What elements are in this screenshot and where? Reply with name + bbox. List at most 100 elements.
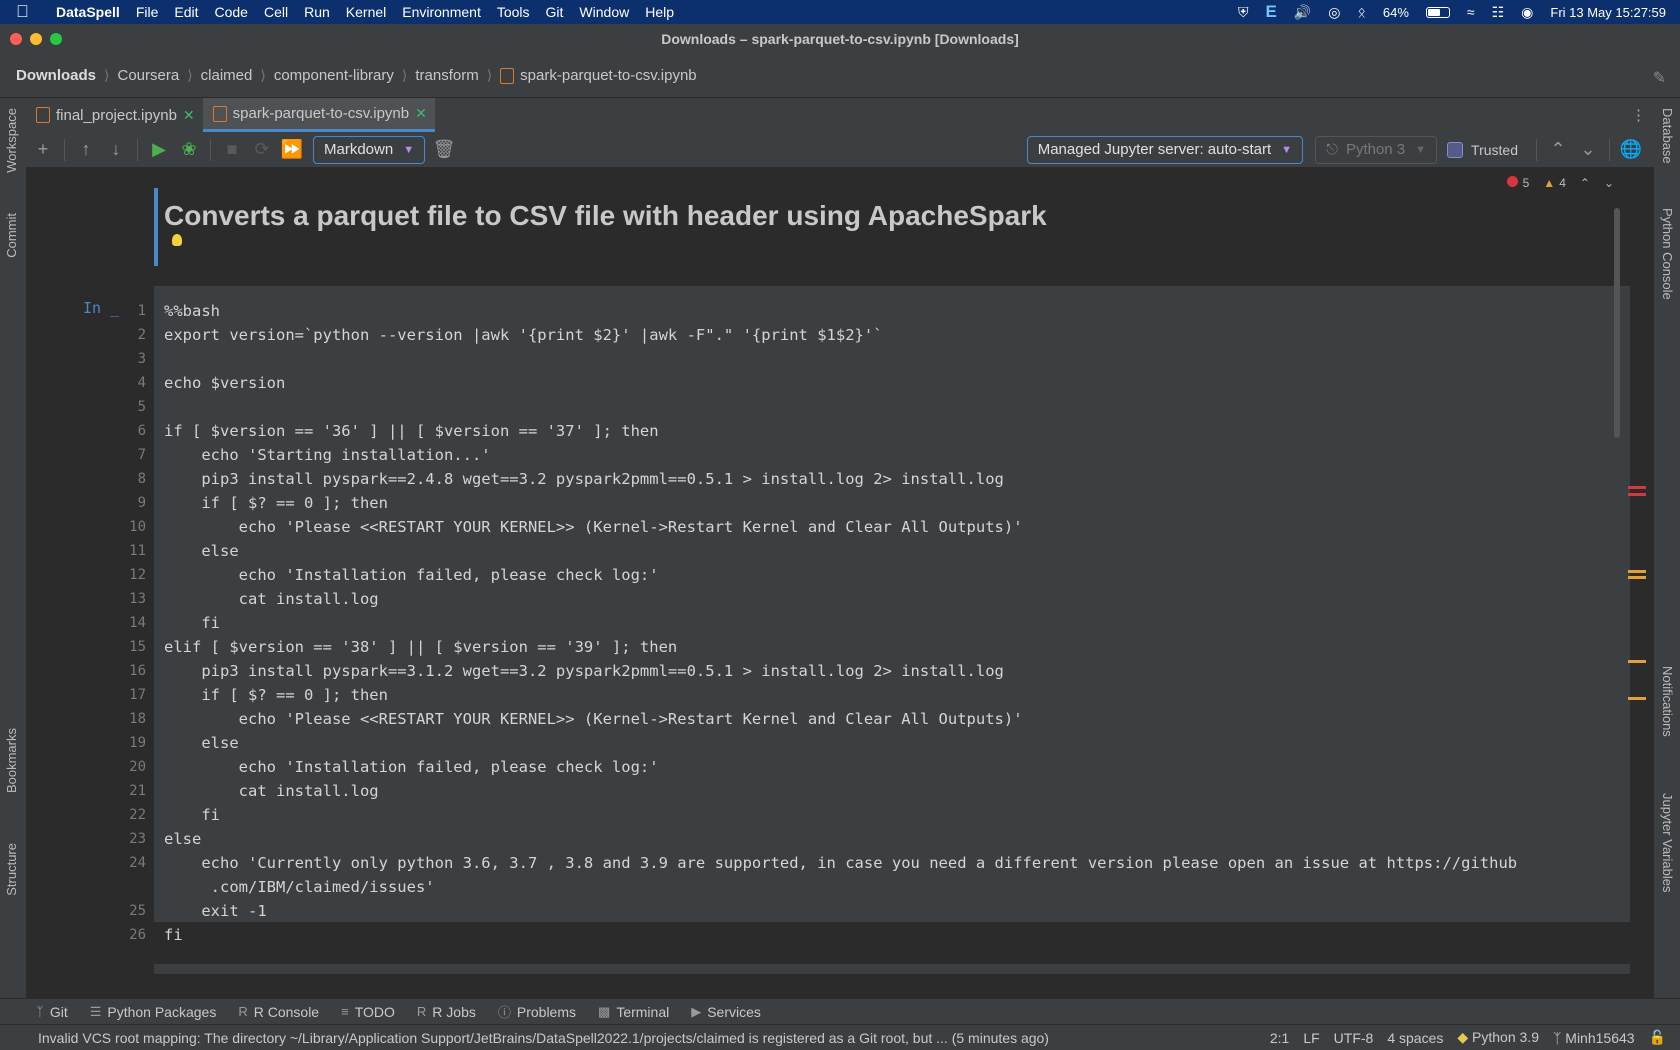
close-window-button[interactable] <box>10 33 22 45</box>
kernel-select[interactable]: ⎋ Python 3 ▼ <box>1315 135 1438 164</box>
chevron-up-icon[interactable]: ⌃ <box>1543 139 1573 160</box>
minimize-window-button[interactable] <box>30 33 42 45</box>
tool-git[interactable]: ᛉ Git <box>36 1004 68 1020</box>
tool-workspace[interactable]: Workspace <box>4 108 19 173</box>
breadcrumb-notebook[interactable]: spark-parquet-to-csv.ipynb <box>520 67 696 84</box>
code-line[interactable]: .com/IBM/claimed/issues' <box>164 875 1624 899</box>
breadcrumb-coursera[interactable]: Coursera <box>117 67 179 84</box>
menu-git[interactable]: Git <box>546 4 564 20</box>
tool-bookmarks[interactable]: Bookmarks <box>4 728 19 793</box>
cell-type-select[interactable]: Markdown ▼ <box>313 135 426 164</box>
code-line[interactable]: %%bash <box>164 299 1624 323</box>
markdown-cell[interactable]: Converts a parquet file to CSV file with… <box>154 188 1534 266</box>
menu-tools[interactable]: Tools <box>497 4 530 20</box>
warning-count[interactable]: ▲ 4 <box>1543 176 1566 190</box>
tool-r-console[interactable]: RR Console <box>238 1004 319 1020</box>
lock-icon[interactable]: 🔓 <box>1649 1029 1666 1046</box>
control-center-icon[interactable]: ☷ <box>1492 4 1505 21</box>
tool-structure[interactable]: Structure <box>4 843 19 896</box>
python-interpreter[interactable]: ◆ Python 3.9 <box>1457 1029 1539 1046</box>
indent-setting[interactable]: 4 spaces <box>1387 1030 1443 1046</box>
menu-help[interactable]: Help <box>645 4 674 20</box>
zoom-window-button[interactable] <box>50 33 62 45</box>
code-line[interactable]: pip3 install pyspark==3.1.2 wget==3.2 py… <box>164 659 1624 683</box>
volume-icon[interactable]: 🔊 <box>1294 4 1311 21</box>
e-app-icon[interactable]: E <box>1265 2 1276 22</box>
code-line[interactable]: else <box>164 731 1624 755</box>
tool-todo[interactable]: ≡ TODO <box>341 1004 395 1020</box>
shield-icon[interactable]: ⛨ <box>1238 4 1249 21</box>
edit-icon[interactable]: ✎ <box>1653 68 1666 88</box>
tool-r-jobs[interactable]: RR Jobs <box>417 1004 476 1020</box>
warning-marker[interactable] <box>1628 576 1646 579</box>
menu-file[interactable]: File <box>136 4 159 20</box>
code-line[interactable]: echo 'Currently only python 3.6, 3.7 , 3… <box>164 851 1624 875</box>
clock[interactable]: Fri 13 May 15:27:59 <box>1550 5 1666 20</box>
chevron-down-icon[interactable]: ⌄ <box>1604 176 1614 190</box>
siri-icon[interactable]: ◉ <box>1521 4 1533 21</box>
code-line[interactable]: echo $version <box>164 371 1624 395</box>
code-line[interactable]: cat install.log <box>164 587 1624 611</box>
tab-final-project[interactable]: final_project.ipynb ✕ <box>26 98 203 132</box>
chevron-up-icon[interactable]: ⌃ <box>1580 176 1590 190</box>
chevron-down-icon[interactable]: ⌄ <box>1573 139 1603 160</box>
breadcrumb-component-library[interactable]: component-library <box>274 67 394 84</box>
stop-icon[interactable]: ■ <box>217 139 247 160</box>
code-line[interactable]: export version=`python --version |awk '{… <box>164 323 1624 347</box>
code-line[interactable]: echo 'Starting installation...' <box>164 443 1624 467</box>
code-line[interactable]: if [ $version == '36' ] || [ $version ==… <box>164 419 1624 443</box>
breadcrumb-transform[interactable]: transform <box>415 67 478 84</box>
trusted-toggle[interactable]: Trusted <box>1447 141 1518 158</box>
status-message[interactable]: Invalid VCS root mapping: The directory … <box>38 1030 1049 1046</box>
code-line[interactable] <box>164 347 1624 371</box>
file-encoding[interactable]: UTF-8 <box>1334 1030 1374 1046</box>
tool-terminal[interactable]: ▩ Terminal <box>598 1004 669 1020</box>
menu-environment[interactable]: Environment <box>402 4 481 20</box>
tool-problems[interactable]: ⓘ Problems <box>498 1002 576 1021</box>
tool-python-packages[interactable]: ☰ Python Packages <box>90 1004 217 1020</box>
code-line[interactable]: fi <box>164 923 1624 947</box>
tab-spark-parquet-to-csv[interactable]: spark-parquet-to-csv.ipynb ✕ <box>202 98 435 132</box>
code-editor[interactable]: %%bash export version=`python --version |… <box>164 299 1624 947</box>
tool-services[interactable]: ▶ Services <box>691 1004 761 1020</box>
tool-commit[interactable]: Commit <box>4 213 19 258</box>
tool-jupyter-variables[interactable]: Jupyter Variables <box>1660 793 1675 892</box>
code-line[interactable]: fi <box>164 803 1624 827</box>
menu-app-name[interactable]: DataSpell <box>56 4 120 20</box>
error-marker[interactable] <box>1628 493 1646 496</box>
trusted-checkbox[interactable] <box>1447 141 1464 158</box>
warning-marker[interactable] <box>1628 660 1646 663</box>
add-cell-icon[interactable]: + <box>28 139 58 160</box>
run-cell-icon[interactable]: ▶ <box>144 139 174 160</box>
battery-icon[interactable] <box>1425 6 1450 18</box>
close-tab-icon[interactable]: ✕ <box>415 105 427 122</box>
menu-cell[interactable]: Cell <box>264 4 288 20</box>
close-tab-icon[interactable]: ✕ <box>183 107 195 124</box>
error-marker[interactable] <box>1628 486 1646 489</box>
move-down-icon[interactable]: ↓ <box>101 139 131 160</box>
delete-cell-icon[interactable]: 🗑 <box>429 139 459 160</box>
run-all-icon[interactable]: ⏩ <box>277 139 307 160</box>
tool-python-console[interactable]: Python Console <box>1660 208 1675 300</box>
bluetooth-icon[interactable]: ᛟ <box>1357 4 1365 20</box>
git-branch[interactable]: ᛉ Minh15643 <box>1553 1030 1635 1046</box>
code-line[interactable]: fi <box>164 611 1624 635</box>
next-cell[interactable] <box>154 964 1630 974</box>
line-ending[interactable]: LF <box>1303 1030 1319 1046</box>
menu-edit[interactable]: Edit <box>174 4 198 20</box>
code-line[interactable]: else <box>164 539 1624 563</box>
code-line[interactable]: echo 'Please <<RESTART YOUR KERNEL>> (Ke… <box>164 515 1624 539</box>
debug-icon[interactable]: ❀ <box>174 139 204 160</box>
code-line[interactable]: pip3 install pyspark==2.4.8 wget==3.2 py… <box>164 467 1624 491</box>
airdrop-icon[interactable]: ◎ <box>1328 4 1340 21</box>
code-line[interactable] <box>164 395 1624 419</box>
warning-marker[interactable] <box>1628 570 1646 573</box>
breadcrumb-downloads[interactable]: Downloads <box>16 67 96 84</box>
scrollbar-thumb[interactable] <box>1614 208 1620 438</box>
code-line[interactable]: echo 'Please <<RESTART YOUR KERNEL>> (Ke… <box>164 707 1624 731</box>
code-line[interactable]: elif [ $version == '38' ] || [ $version … <box>164 635 1624 659</box>
tool-notifications[interactable]: Notifications <box>1660 666 1675 737</box>
apple-icon[interactable]:  <box>16 2 42 22</box>
more-vertical-icon[interactable]: ⋮ <box>1631 106 1646 124</box>
tool-database[interactable]: Database <box>1660 108 1675 164</box>
